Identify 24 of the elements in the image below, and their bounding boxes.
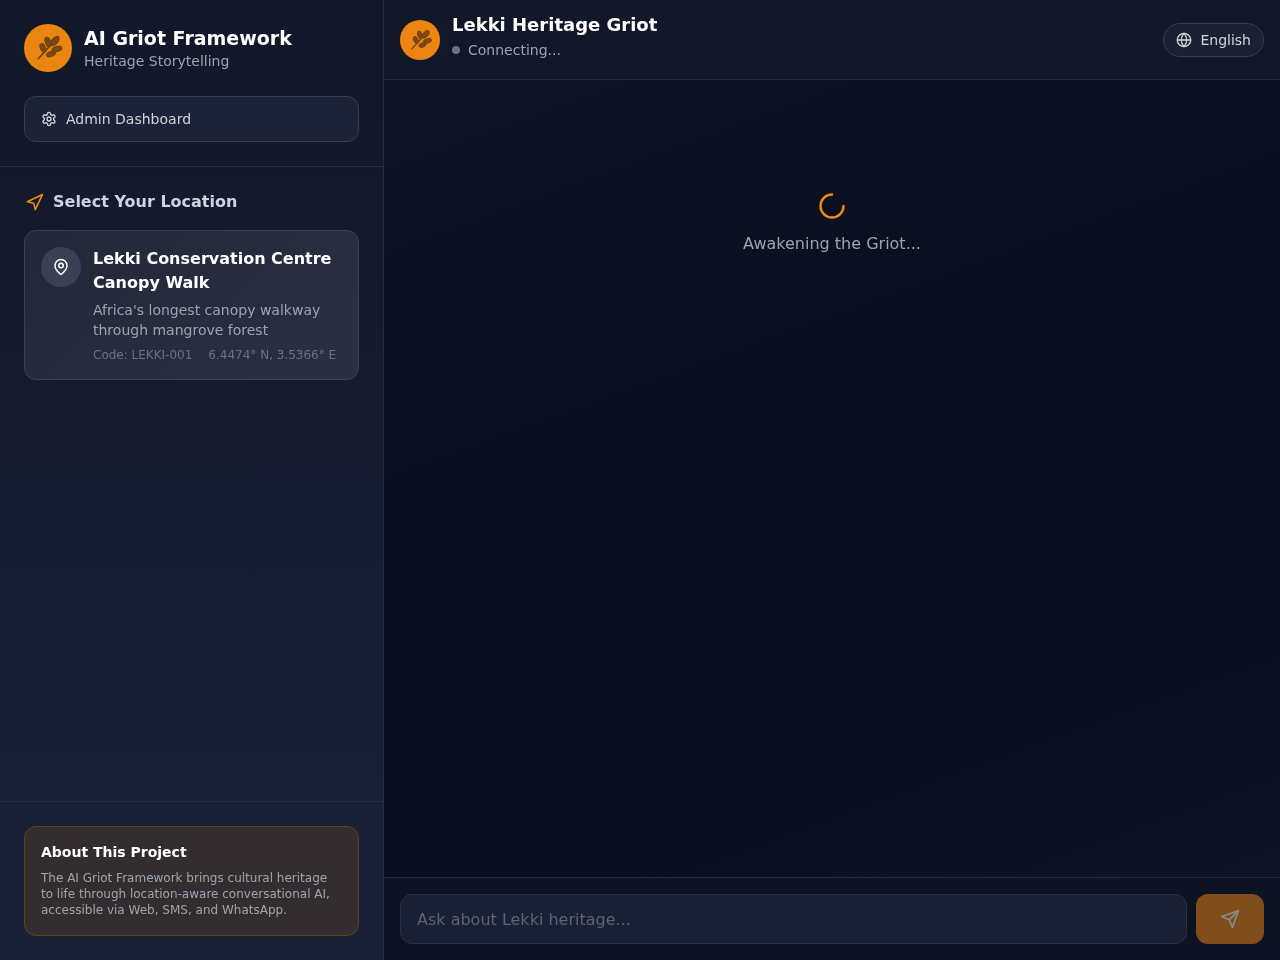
app-subtitle: Heritage Storytelling	[84, 52, 231, 71]
chat-title: Lekki Heritage Griot	[452, 13, 659, 37]
admin-dashboard-button[interactable]: Admin Dashboard	[24, 96, 359, 142]
about-title: About This Project	[41, 843, 188, 862]
location-coordinates: 6.4474° N, 3.5366° E	[208, 347, 337, 363]
globe-icon	[1176, 31, 1193, 48]
app-title: AI Griot Framework	[84, 26, 292, 51]
section-heading: Select Your Location	[53, 191, 238, 213]
location-code: Code: LEKKI-001	[93, 347, 193, 363]
navigation-arrow-icon	[25, 192, 44, 212]
location-name: Lekki Conservation Centre Canopy Walk	[93, 248, 333, 294]
settings-icon	[41, 111, 57, 127]
message-input[interactable]: Ask about Lekki heritage...	[400, 894, 1187, 944]
leaf-icon	[24, 24, 72, 72]
map-pin-icon	[41, 247, 81, 287]
location-description: Africa's longest canopy walkway through mangrove forest	[93, 301, 322, 340]
send-icon	[1220, 909, 1240, 929]
leaf-icon	[400, 19, 440, 60]
loading-message: Awakening the Griot...	[743, 233, 921, 255]
location-card[interactable]: Lekki Conservation Centre Canopy Walk Africa's longest canopy walkway through mangrove forest Code: LEKKI-001 6.4474° N, 3.5366° E	[24, 230, 359, 380]
language-button[interactable]: English	[1163, 22, 1264, 57]
about-text: The AI Griot Framework brings cultural heritage to life through location-aware conversational AI, accessible via Web, SMS, and WhatsApp.	[41, 870, 331, 918]
loading-spinner-icon	[818, 192, 846, 220]
connection-status: Connecting...	[468, 41, 561, 60]
